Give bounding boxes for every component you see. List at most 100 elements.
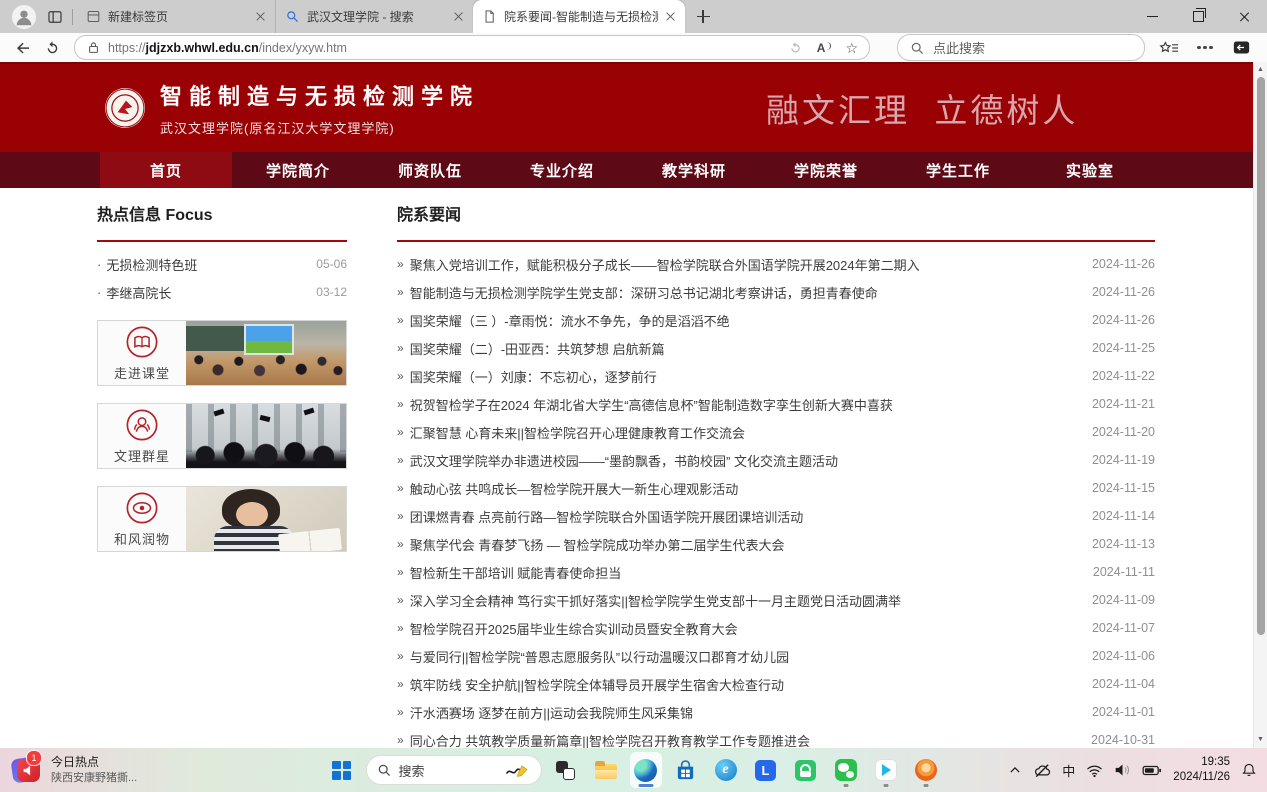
nav-item[interactable]: 师资队伍 <box>364 152 496 188</box>
favorites-hub-icon[interactable] <box>1157 36 1181 60</box>
nav-item-label: 学院简介 <box>266 160 330 181</box>
news-bullet: » <box>397 733 404 747</box>
news-item[interactable]: » 国奖荣耀（二）-田亚西：共筑梦想 启航新篇 2024-11-25 <box>397 334 1155 362</box>
focus-bullet: · <box>97 257 101 272</box>
news-item[interactable]: » 深入学习全会精神 笃行实干抓好落实||智检学院学生党支部十一月主题党日活动圆… <box>397 586 1155 614</box>
news-item[interactable]: » 智能制造与无损检测学院学生党支部：深研习总书记湖北考察讲话，勇担青春使命 2… <box>397 278 1155 306</box>
page-content: 热点信息 Focus · 无损检测特色班 05-06 · 李继高院长 03 <box>0 188 1253 748</box>
news-item[interactable]: » 聚焦学代会 青春梦飞扬 — 智检学院成功举办第二届学生代表大会 2024-1… <box>397 530 1155 558</box>
card-reading[interactable]: 和风润物 <box>97 486 347 552</box>
news-item[interactable]: » 祝贺智检学子在2024 年湖北省大学生“高德信息杯”智能制造数字孪生创新大赛… <box>397 390 1155 418</box>
nav-item[interactable]: 学院荣誉 <box>760 152 892 188</box>
browser-e-icon <box>715 759 737 781</box>
news-item[interactable]: » 智检学院召开2025届毕业生综合实训动员暨安全教育大会 2024-11-07 <box>397 614 1155 642</box>
news-item[interactable]: » 武汉文理学院举办非遗进校园——“墨韵飘香，书韵校园” 文化交流主题活动 20… <box>397 446 1155 474</box>
edge-button[interactable] <box>630 752 662 788</box>
start-button[interactable] <box>326 752 358 788</box>
sync-icon[interactable] <box>788 40 803 55</box>
eye-icon <box>125 491 159 525</box>
tab-search-result[interactable]: 武汉文理学院 - 搜索 <box>275 0 473 33</box>
back-button[interactable] <box>14 39 32 57</box>
taskbar-center: 搜索 <box>326 748 942 792</box>
wechat-button[interactable] <box>830 752 862 788</box>
focus-item[interactable]: · 无损检测特色班 05-06 <box>97 250 347 278</box>
news-item[interactable]: » 国奖荣耀（三 ）-章雨悦：流水不争先，争的是滔滔不绝 2024-11-26 <box>397 306 1155 334</box>
new-tab-button[interactable] <box>691 5 715 29</box>
nav-item-label: 首页 <box>150 160 182 181</box>
restore-button[interactable] <box>1175 0 1221 33</box>
legacy-browser-button[interactable] <box>710 752 742 788</box>
sidebar-search-box[interactable]: 点此搜索 <box>897 34 1145 61</box>
notifications-bell-icon[interactable] <box>1241 762 1257 778</box>
news-item[interactable]: » 汇聚智慧 心育未来||智检学院召开心理健康教育工作交流会 2024-11-2… <box>397 418 1155 446</box>
profile-avatar[interactable] <box>12 5 36 29</box>
news-item[interactable]: » 汗水洒赛场 逐梦在前方||运动会我院师生风采集锦 2024-11-01 <box>397 698 1155 726</box>
nav-item[interactable]: 专业介绍 <box>496 152 628 188</box>
task-view-button[interactable] <box>550 752 582 788</box>
news-bullet: » <box>397 257 404 271</box>
scrollbar-up-icon[interactable]: ▲ <box>1254 65 1267 75</box>
scrollbar-down-icon[interactable]: ▼ <box>1254 735 1267 745</box>
close-tab-icon[interactable] <box>665 11 676 22</box>
scrollbar-thumb[interactable] <box>1257 77 1265 635</box>
tab-label: 武汉文理学院 - 搜索 <box>307 8 446 25</box>
tab-label: 新建标签页 <box>108 8 248 25</box>
address-bar[interactable]: https://jdjzxb.whwl.edu.cn/index/yxyw.ht… <box>74 35 870 60</box>
tab-actions-icon[interactable] <box>46 8 64 26</box>
news-date: 2024-11-25 <box>1092 341 1155 355</box>
news-bullet: » <box>397 481 404 495</box>
read-aloud-icon[interactable]: A <box>817 41 832 55</box>
news-date: 2024-11-22 <box>1092 369 1155 383</box>
news-item[interactable]: » 国奖荣耀（一）刘康：不忘初心，逐梦前行 2024-11-22 <box>397 362 1155 390</box>
clock[interactable]: 19:35 2024/11/26 <box>1173 755 1230 785</box>
news-bullet: » <box>397 593 404 607</box>
battery-icon[interactable] <box>1142 763 1162 778</box>
refresh-button[interactable] <box>44 39 62 57</box>
tab-current[interactable]: 院系要闻-智能制造与无损检测学院 <box>473 0 685 33</box>
sidebar-toggle-icon[interactable] <box>1229 36 1253 60</box>
file-explorer-button[interactable] <box>590 752 622 788</box>
hidden-icons-chevron[interactable] <box>1008 764 1022 776</box>
news-item[interactable]: » 与爱同行||智检学院“普恩志愿服务队”以行动温暖汉口郡育才幼儿园 2024-… <box>397 642 1155 670</box>
microsoft-store-button[interactable] <box>670 752 702 788</box>
nav-item[interactable]: 首页 <box>100 152 232 188</box>
news-item[interactable]: » 筑牢防线 安全护航||智检学院全体辅导员开展学生宿舍大检查行动 2024-1… <box>397 670 1155 698</box>
focus-item[interactable]: · 李继高院长 03-12 <box>97 278 347 306</box>
window-controls <box>1129 0 1267 33</box>
card-classroom[interactable]: 走进课堂 <box>97 320 347 386</box>
game-app-button[interactable] <box>910 752 942 788</box>
onedrive-paused-icon[interactable] <box>1033 763 1051 778</box>
tab-new-tab-page[interactable]: 新建标签页 <box>77 0 275 33</box>
taskbar-search-box[interactable]: 搜索 <box>366 755 542 785</box>
news-bullet: » <box>397 649 404 663</box>
news-item[interactable]: » 触动心弦 共鸣成长—智检学院开展大一新生心理观影活动 2024-11-15 <box>397 474 1155 502</box>
wifi-icon[interactable] <box>1086 763 1103 778</box>
news-item[interactable]: » 团课燃青春 点亮前行路—智检学院联合外国语学院开展团课培训活动 2024-1… <box>397 502 1155 530</box>
news-bullet: » <box>397 565 404 579</box>
search-icon <box>910 41 924 55</box>
close-window-button[interactable] <box>1221 0 1267 33</box>
widget-title: 今日热点 <box>51 755 137 771</box>
news-item[interactable]: » 聚焦入党培训工作，赋能积极分子成长——智检学院联合外国语学院开展2024年第… <box>397 250 1155 278</box>
card-graduates[interactable]: 文理群星 <box>97 403 347 469</box>
volume-icon[interactable] <box>1114 763 1131 777</box>
news-date: 2024-10-31 <box>1091 733 1155 747</box>
nav-item[interactable]: 实验室 <box>1024 152 1156 188</box>
page-scrollbar[interactable]: ▲ ▼ <box>1253 62 1267 748</box>
settings-more-icon[interactable] <box>1193 36 1217 60</box>
nav-item[interactable]: 学生工作 <box>892 152 1024 188</box>
news-bullet: » <box>397 313 404 327</box>
close-tab-icon[interactable] <box>255 11 266 22</box>
tencent-video-button[interactable] <box>870 752 902 788</box>
nav-item[interactable]: 教学科研 <box>628 152 760 188</box>
widgets-button[interactable]: 1 今日热点 陕西安康野猪撕... <box>0 755 202 785</box>
favorite-star-icon[interactable]: ☆ <box>845 41 858 55</box>
close-tab-icon[interactable] <box>453 11 464 22</box>
nav-item[interactable]: 学院简介 <box>232 152 364 188</box>
news-item[interactable]: » 同心合力 共筑教学质量新篇章||智检学院召开教育教学工作专题推进会 2024… <box>397 726 1155 748</box>
ime-indicator[interactable]: 中 <box>1062 761 1075 780</box>
minimize-button[interactable] <box>1129 0 1175 33</box>
lenovo-app-button[interactable] <box>750 752 782 788</box>
news-item[interactable]: » 智检新生干部培训 赋能青春使命担当 2024-11-11 <box>397 558 1155 586</box>
app-store-button[interactable] <box>790 752 822 788</box>
